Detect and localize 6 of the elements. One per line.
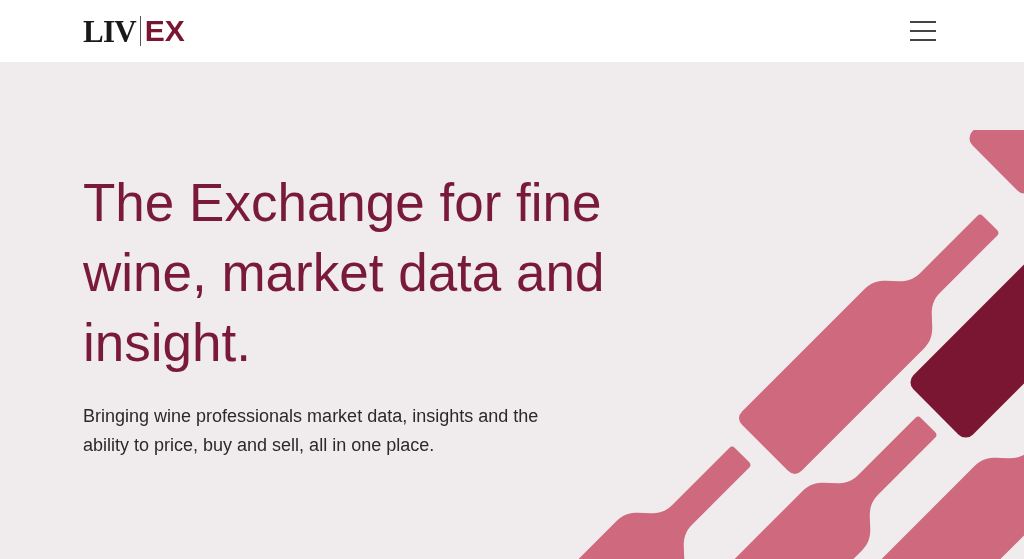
menu-icon[interactable]	[910, 21, 936, 41]
logo-text: LIV	[83, 15, 136, 47]
logo-text: EX	[144, 16, 185, 46]
hero-headline: The Exchange for fine wine, market data and insight.	[83, 172, 606, 374]
hero-subtitle: Bringing wine professionals market data, insights and the ability to price, buy and sell, all in one place.	[83, 405, 540, 457]
logo[interactable]: LIV EX	[83, 15, 185, 47]
